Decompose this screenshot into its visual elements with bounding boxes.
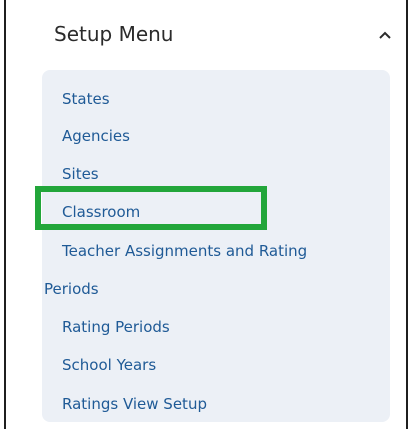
setup-menu-header[interactable]: Setup Menu	[6, 0, 406, 66]
menu-item-teacher-assignments-continued[interactable]: Periods	[44, 279, 99, 299]
menu-item-school-years[interactable]: School Years	[62, 355, 156, 375]
menu-item-states[interactable]: States	[62, 89, 110, 109]
menu-item-sites[interactable]: Sites	[62, 164, 99, 184]
menu-item-agencies[interactable]: Agencies	[62, 126, 130, 146]
menu-item-teacher-assignments[interactable]: Teacher Assignments and Rating	[62, 241, 307, 261]
classroom-highlight-box	[35, 186, 267, 230]
menu-item-ratings-view-setup[interactable]: Ratings View Setup	[62, 394, 207, 414]
setup-menu-container: Setup Menu States Agencies Sites Classro…	[0, 0, 419, 429]
chevron-up-icon[interactable]	[378, 30, 392, 40]
menu-item-rating-periods[interactable]: Rating Periods	[62, 317, 170, 337]
right-border	[406, 0, 408, 429]
setup-menu-title: Setup Menu	[54, 22, 174, 46]
